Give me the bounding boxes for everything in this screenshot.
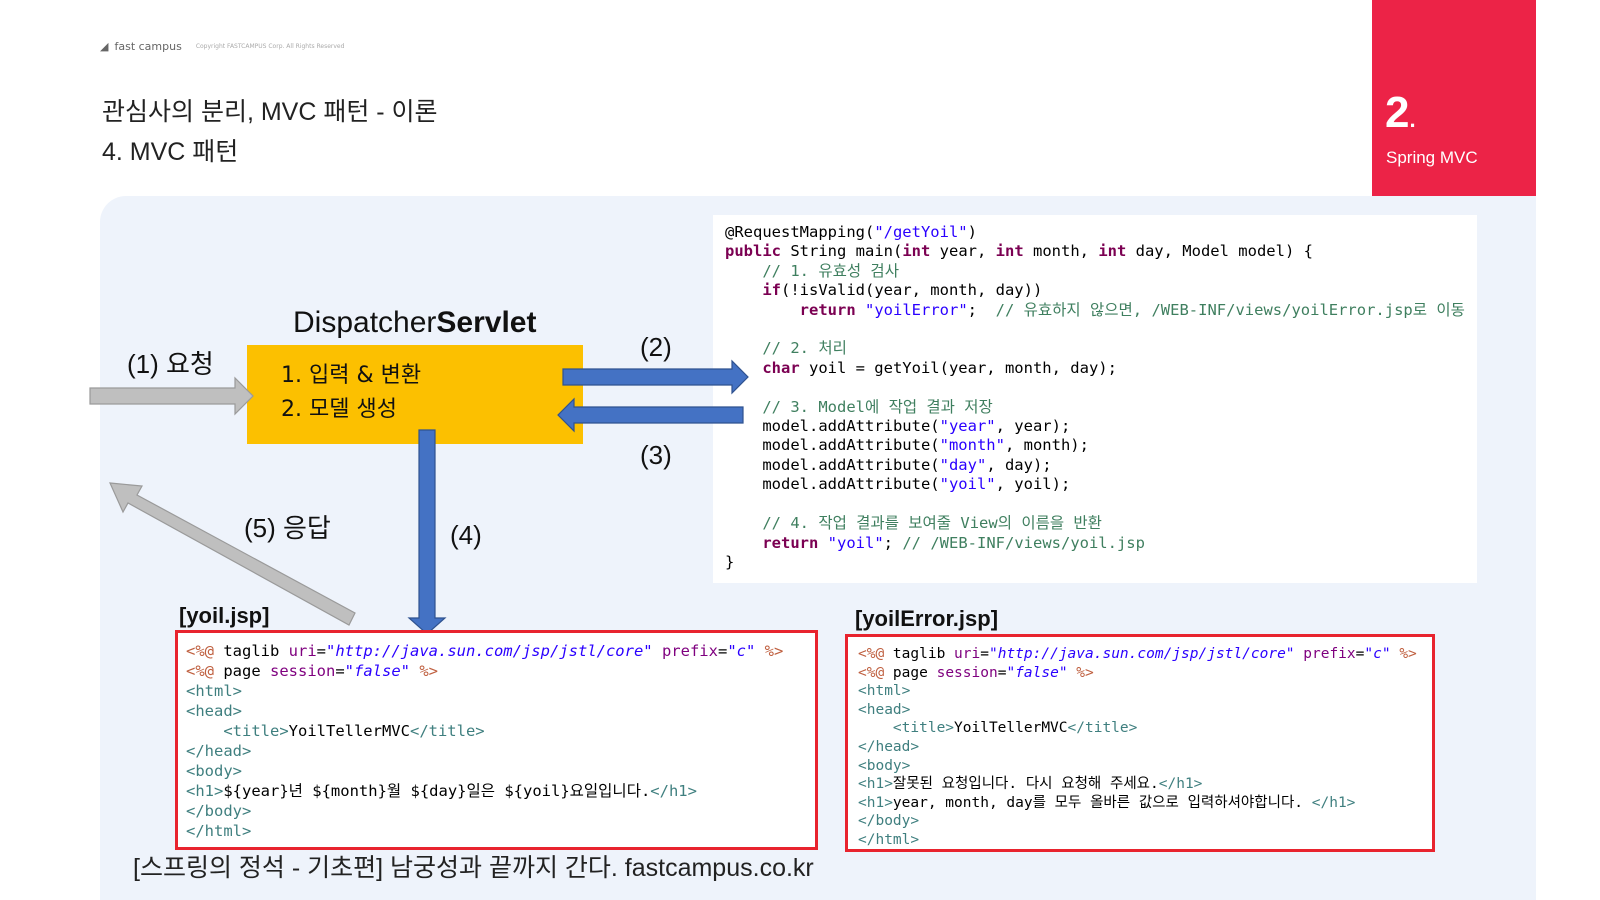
yoil-jsp-code: <%@ taglib uri="http://java.sun.com/jsp/…: [175, 630, 818, 850]
footer-text: [스프링의 정석 - 기초편] 남궁성과 끝까지 간다. fastcampus.…: [133, 854, 814, 882]
to-view-arrow: [407, 429, 447, 635]
code-line: <%@ page session="false" %>: [858, 664, 1094, 681]
label-step-4: (4): [450, 520, 482, 550]
label-response: (5) 응답: [244, 513, 331, 543]
code-line: <body>: [186, 762, 242, 780]
code-line: <%@ page session="false" %>: [186, 662, 439, 680]
code-line: <h1>잘못된 요청입니다. 다시 요청해 주세요.</h1>: [858, 776, 1203, 793]
code-line: <title>YoilTellerMVC</title>: [223, 722, 485, 740]
code-line: </html>: [858, 831, 920, 848]
label-request: (1) 요청: [127, 349, 214, 379]
yoil-error-jsp-code: <%@ taglib uri="http://java.sun.com/jsp/…: [845, 634, 1435, 852]
code-line: </body>: [186, 802, 252, 820]
code-line: <html>: [858, 683, 911, 700]
label-step-3: (3): [640, 440, 672, 470]
code-line: <title>YoilTellerMVC</title>: [892, 720, 1138, 737]
code-line: </body>: [858, 813, 920, 830]
yoil-jsp-label: [yoil.jsp]: [179, 603, 270, 628]
code-line: <head>: [186, 702, 242, 720]
from-controller-arrow: [557, 397, 744, 433]
code-line: <head>: [858, 701, 911, 718]
code-line: </head>: [858, 738, 920, 755]
to-controller-arrow: [562, 359, 749, 395]
code-line: <h1>year, month, day를 모두 올바른 값으로 입력하셔야합니…: [858, 794, 1356, 811]
code-line: </html>: [186, 822, 252, 840]
request-arrow: [89, 376, 254, 416]
code-line: <html>: [186, 682, 242, 700]
yoil-error-jsp-label: [yoilError.jsp]: [855, 606, 999, 631]
code-line: <%@ taglib uri="http://java.sun.com/jsp/…: [186, 642, 784, 660]
code-line: <%@ taglib uri="http://java.sun.com/jsp/…: [858, 646, 1417, 662]
code-line: <body>: [858, 757, 911, 774]
code-line: <h1>${year}년 ${month}월 ${day}일은 ${yoil}요…: [186, 782, 697, 800]
label-step-2: (2): [640, 332, 672, 362]
code-line: </head>: [186, 742, 252, 760]
